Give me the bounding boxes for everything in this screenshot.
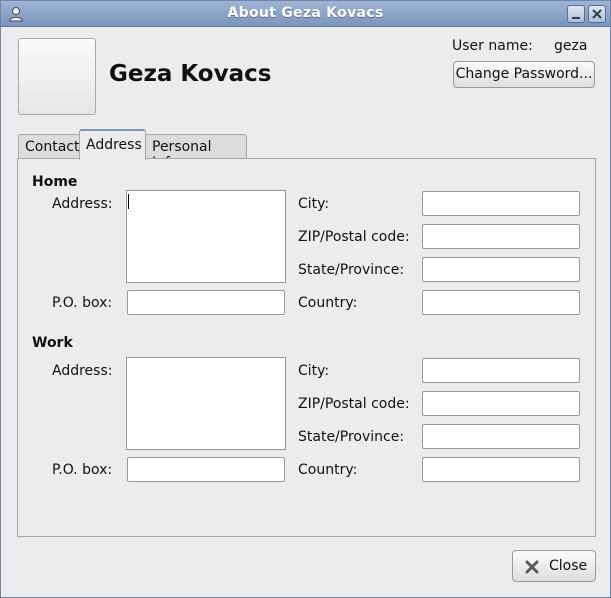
tab-personal-info[interactable]: Personal Info: [145, 134, 247, 171]
home-address-input[interactable]: [126, 190, 286, 283]
work-country-label: Country:: [298, 462, 358, 478]
about-dialog-window: About Geza Kovacs Geza Kovacs User name:…: [0, 0, 611, 598]
address-tab-panel: Home Address: P.O. box: City: ZIP/Postal…: [17, 158, 596, 537]
home-country-label: Country:: [298, 295, 358, 311]
avatar[interactable]: [18, 38, 96, 115]
work-state-label: State/Province:: [298, 429, 405, 445]
close-button-label: Close: [549, 558, 588, 574]
tab-address[interactable]: Address: [79, 129, 146, 160]
home-address-label: Address:: [52, 196, 113, 212]
work-country-input[interactable]: [422, 457, 580, 482]
work-zip-input[interactable]: [422, 391, 580, 416]
home-city-input[interactable]: [422, 191, 580, 216]
home-pobox-input[interactable]: [127, 290, 285, 315]
work-address-input[interactable]: [126, 357, 286, 450]
work-pobox-input[interactable]: [127, 457, 285, 482]
username-label: User name:: [452, 38, 533, 54]
home-zip-input[interactable]: [422, 224, 580, 249]
username-value: geza: [554, 38, 588, 54]
home-zip-label: ZIP/Postal code:: [298, 229, 410, 245]
title-bar[interactable]: About Geza Kovacs: [1, 1, 610, 27]
work-city-input[interactable]: [422, 358, 580, 383]
home-state-label: State/Province:: [298, 262, 405, 278]
close-x-icon: [592, 9, 602, 19]
work-city-label: City:: [298, 363, 330, 379]
work-address-label: Address:: [52, 363, 113, 379]
home-pobox-label: P.O. box:: [52, 295, 113, 311]
work-state-input[interactable]: [422, 424, 580, 449]
close-x-icon: [525, 560, 539, 574]
work-pobox-label: P.O. box:: [52, 462, 113, 478]
minimize-button[interactable]: [567, 5, 585, 23]
text-caret: [128, 194, 129, 209]
window-close-button[interactable]: [588, 5, 606, 23]
home-state-input[interactable]: [422, 257, 580, 282]
home-country-input[interactable]: [422, 290, 580, 315]
close-button[interactable]: Close: [512, 550, 596, 582]
window-title: About Geza Kovacs: [227, 5, 384, 21]
tab-contact[interactable]: Contact: [18, 134, 80, 159]
work-zip-label: ZIP/Postal code:: [298, 396, 410, 412]
work-heading: Work: [32, 335, 73, 351]
home-city-label: City:: [298, 196, 330, 212]
home-heading: Home: [32, 174, 78, 190]
change-password-button[interactable]: Change Password...: [453, 61, 595, 88]
full-name: Geza Kovacs: [109, 61, 272, 87]
